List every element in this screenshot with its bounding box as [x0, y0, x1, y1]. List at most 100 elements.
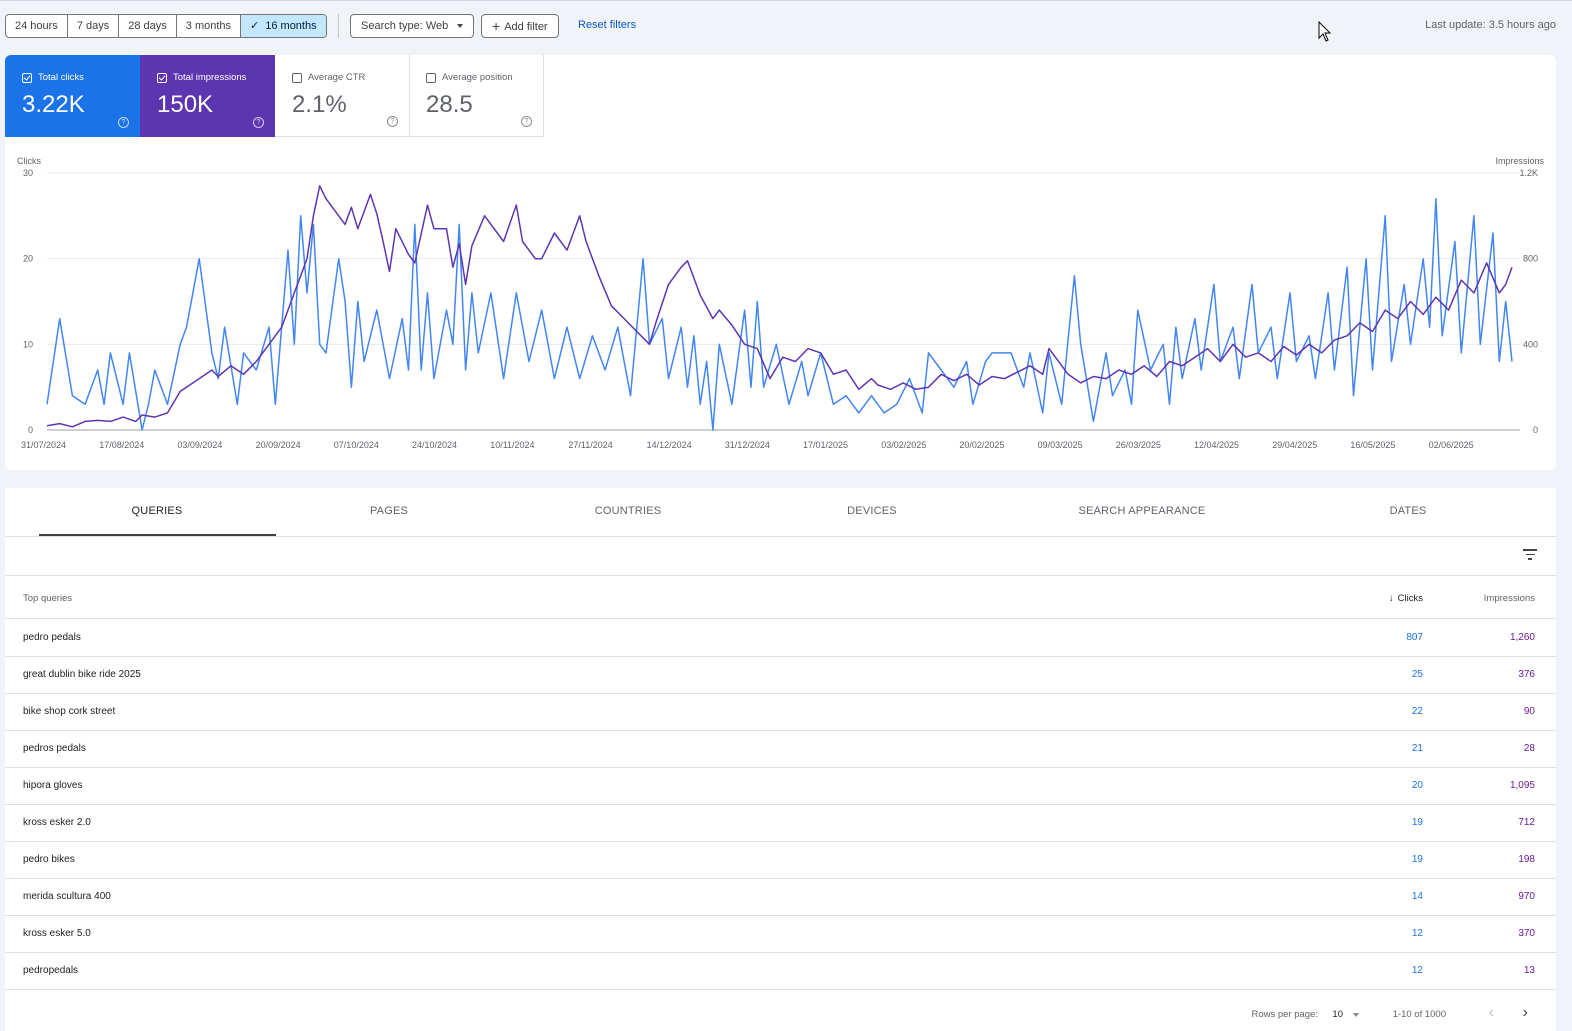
x-tick-label: 20/09/2024	[256, 440, 301, 450]
clicks-cell: 20	[1411, 780, 1423, 791]
range-7-days[interactable]: 7 days	[68, 15, 120, 37]
query-cell: kross esker 2.0	[23, 817, 91, 828]
table-row[interactable]: pedropedals 12 13	[5, 953, 1556, 990]
impressions-cell: 1,095	[1509, 780, 1535, 791]
tab-countries[interactable]: COUNTRIES	[595, 505, 662, 517]
chevron-right-icon[interactable]: ›	[1523, 1004, 1528, 1022]
table-row[interactable]: hipora gloves 20 1,095	[5, 768, 1556, 805]
report-table-card: QUERIES PAGES COUNTRIES DEVICES SEARCH A…	[5, 488, 1556, 1031]
clicks-cell: 22	[1411, 706, 1423, 717]
query-cell: hipora gloves	[23, 780, 83, 791]
x-tick-label: 20/02/2025	[959, 440, 1004, 450]
x-tick-label: 14/12/2024	[647, 440, 692, 450]
clicks-cell: 12	[1411, 928, 1423, 939]
pagination: Rows per page: 10 1-10 of 1000 ‹ ›	[5, 994, 1556, 1030]
tab-devices[interactable]: DEVICES	[847, 505, 897, 517]
clicks-cell: 19	[1411, 854, 1423, 865]
query-cell: pedro pedals	[23, 632, 81, 643]
chart-gridlines	[47, 172, 1520, 431]
tab-dates[interactable]: DATES	[1390, 505, 1427, 517]
x-tick-label: 31/07/2024	[21, 440, 66, 450]
x-tick-label: 09/03/2025	[1038, 440, 1083, 450]
x-tick-label: 29/04/2025	[1272, 440, 1317, 450]
x-tick-label: 26/03/2025	[1116, 440, 1161, 450]
table-row[interactable]: great dublin bike ride 2025 25 376	[5, 657, 1556, 694]
x-tick-label: 16/05/2025	[1350, 440, 1395, 450]
rows-per-page-select[interactable]: 10	[1332, 1009, 1343, 1020]
y-tick-left: 0	[28, 425, 33, 435]
x-tick-label: 24/10/2024	[412, 440, 457, 450]
impressions-cell: 90	[1523, 706, 1535, 717]
check-icon: ✓	[250, 20, 260, 32]
range-3-months[interactable]: 3 months	[177, 15, 242, 37]
table-row[interactable]: pedro bikes 19 198	[5, 842, 1556, 879]
range-24-hours[interactable]: 24 hours	[6, 15, 68, 37]
query-cell: bike shop cork street	[23, 706, 116, 717]
table-row[interactable]: pedro pedals 807 1,260	[5, 620, 1556, 657]
y-tick-right: 1.2K	[1519, 168, 1538, 178]
toolbar-divider	[338, 14, 339, 38]
impressions-cell: 970	[1518, 891, 1535, 902]
x-tick-label: 10/11/2024	[490, 440, 534, 450]
clicks-cell: 807	[1406, 632, 1423, 643]
query-cell: pedropedals	[23, 965, 79, 976]
active-tab-indicator	[39, 534, 276, 536]
last-update-text: Last update: 3.5 hours ago	[1425, 19, 1556, 31]
tab-queries[interactable]: QUERIES	[132, 505, 183, 517]
arrow-down-icon: ↓	[1388, 593, 1394, 604]
y-tick-left: 20	[23, 254, 33, 264]
query-cell: merida scultura 400	[23, 891, 111, 902]
range-16-months-label: 16 months	[265, 20, 317, 32]
x-tick-label: 03/02/2025	[881, 440, 926, 450]
x-tick-label: 12/04/2025	[1194, 440, 1239, 450]
search-type-dropdown[interactable]: Search type: Web	[350, 14, 475, 38]
page-range-text: 1-10 of 1000	[1392, 1009, 1446, 1020]
add-filter-label: Add filter	[504, 21, 548, 33]
reset-filters-link[interactable]: Reset filters	[578, 19, 636, 31]
clicks-cell: 25	[1411, 669, 1423, 680]
query-cell: great dublin bike ride 2025	[23, 669, 141, 680]
x-tick-label: 17/08/2024	[99, 440, 144, 450]
table-row[interactable]: bike shop cork street 22 90	[5, 694, 1556, 731]
range-28-days[interactable]: 28 days	[119, 15, 177, 37]
caret-down-icon	[457, 24, 464, 29]
date-range-selector: 24 hours 7 days 28 days 3 months ✓ 16 mon…	[5, 14, 327, 38]
table-row[interactable]: merida scultura 400 14 970	[5, 879, 1556, 916]
clicks-cell: 14	[1411, 891, 1423, 902]
filter-list-icon[interactable]	[1523, 549, 1537, 561]
y-axis-right-label: Impressions	[1495, 156, 1544, 166]
range-16-months[interactable]: ✓ 16 months	[241, 15, 326, 37]
column-header-impressions[interactable]: Impressions	[1484, 593, 1535, 604]
column-header-query[interactable]: Top queries	[23, 593, 72, 604]
tab-pages[interactable]: PAGES	[370, 505, 408, 517]
y-tick-right: 400	[1523, 339, 1538, 349]
query-cell: pedro bikes	[23, 854, 75, 865]
mouse-pointer-icon	[1318, 21, 1332, 42]
query-cell: pedros pedals	[23, 743, 86, 754]
performance-chart[interactable]: Clicks Impressions 0 10 20 30 0 400 800 1.2K 3…	[5, 55, 1556, 470]
table-row[interactable]: kross esker 2.0 19 712	[5, 805, 1556, 842]
column-header-clicks[interactable]: ↓ Clicks	[1389, 593, 1423, 604]
impressions-cell: 13	[1523, 965, 1535, 976]
table-header: Top queries ↓ Clicks Impressions	[5, 577, 1556, 619]
add-filter-button[interactable]: + Add filter	[481, 14, 559, 38]
x-tick-label: 03/09/2024	[177, 440, 222, 450]
chevron-left-icon[interactable]: ‹	[1489, 1004, 1494, 1022]
x-tick-label: 27/11/2024	[568, 440, 612, 450]
y-tick-right: 800	[1523, 254, 1538, 264]
table-row[interactable]: kross esker 5.0 12 370	[5, 916, 1556, 953]
rows-per-page-label: Rows per page:	[1251, 1009, 1318, 1020]
clicks-cell: 12	[1411, 965, 1423, 976]
y-axis-left-label: Clicks	[17, 156, 41, 166]
table-row[interactable]: pedros pedals 21 28	[5, 731, 1556, 768]
query-cell: kross esker 5.0	[23, 928, 91, 939]
impressions-cell: 1,260	[1509, 632, 1535, 643]
x-tick-label: 02/06/2025	[1429, 440, 1474, 450]
caret-down-icon[interactable]	[1353, 1013, 1359, 1017]
impressions-cell: 376	[1518, 669, 1535, 680]
y-tick-right: 0	[1533, 425, 1538, 435]
clicks-cell: 21	[1411, 743, 1423, 754]
tab-search-appearance[interactable]: SEARCH APPEARANCE	[1079, 505, 1206, 517]
clicks-cell: 19	[1411, 817, 1423, 828]
y-tick-left: 30	[23, 168, 33, 178]
